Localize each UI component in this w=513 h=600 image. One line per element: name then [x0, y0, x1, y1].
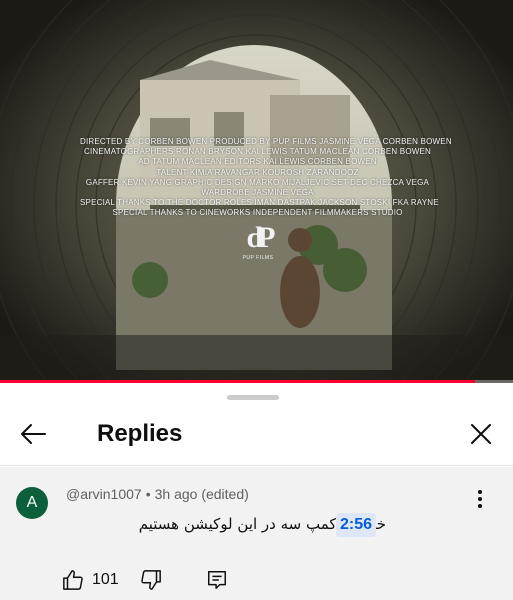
comment-meta: @arvin1007 • 3h ago (edited) — [66, 486, 249, 502]
logo-mark: dP — [246, 221, 275, 254]
more-options-button[interactable] — [470, 487, 490, 511]
credit-line: SPECIAL THANKS TO THE DOCTOR ROLES IMAN … — [80, 198, 439, 208]
credit-line: WARDROBE JASMINE VEGA — [201, 188, 314, 198]
avatar[interactable]: A — [16, 487, 48, 519]
more-vert-icon — [478, 490, 482, 508]
timestamp-link[interactable]: 2:56 — [336, 513, 377, 537]
credit-line: AD TATUM MACLEAN EDITORS KAI LEWIS CORBE… — [138, 157, 377, 167]
reply-icon — [208, 571, 226, 589]
credit-line: GAFFER KEVIN YANG GRAPHIC DESIGN MARKO M… — [85, 177, 430, 187]
thumb-up-icon — [63, 570, 83, 590]
video-credits: DIRECTED BY CORBEN BOWEN PRODUCED BY PUP… — [80, 137, 452, 219]
close-icon — [471, 424, 491, 444]
credit-line: DIRECTED BY CORBEN BOWEN PRODUCED BY PUP… — [80, 137, 452, 146]
like-count: 101 — [92, 571, 119, 588]
video-player[interactable]: DIRECTED BY CORBEN BOWEN PRODUCED BY PUP… — [0, 0, 513, 383]
dislike-button[interactable] — [136, 565, 166, 595]
reply-button[interactable] — [202, 565, 232, 595]
credit-line: TALENT KIMIA RAVANGAR KOUROSH ZARANDOOZ — [156, 167, 359, 177]
credit-line: SPECIAL THANKS TO CINEWORKS INDEPENDENT … — [112, 208, 403, 218]
drag-handle[interactable] — [227, 395, 279, 400]
logo-name: PUP FILMS — [242, 255, 274, 261]
comment-author[interactable]: @arvin1007 — [66, 486, 142, 502]
comment-time: 3h ago (edited) — [154, 486, 249, 502]
sheet-title: Replies — [97, 420, 183, 447]
like-button[interactable]: 101 — [62, 565, 119, 595]
header-divider — [0, 465, 513, 466]
pup-films-logo: dP PUP FILMS — [234, 221, 282, 262]
credit-line: CINEMATOGRAPHERS RONAN BRYSON KAI LEWIS … — [83, 147, 432, 157]
arrow-left-icon — [21, 424, 46, 444]
meta-separator: • — [145, 486, 151, 502]
comment-actions: 101 — [62, 565, 262, 595]
comment-item: A @arvin1007 • 3h ago (edited) خواهان کمپ … — [0, 467, 513, 600]
back-button[interactable] — [14, 417, 52, 451]
thumb-down-icon — [141, 570, 161, 590]
replies-sheet: Replies A @arvin1007 • 3h ago (edited) خوا… — [0, 383, 513, 600]
close-button[interactable] — [462, 417, 500, 451]
